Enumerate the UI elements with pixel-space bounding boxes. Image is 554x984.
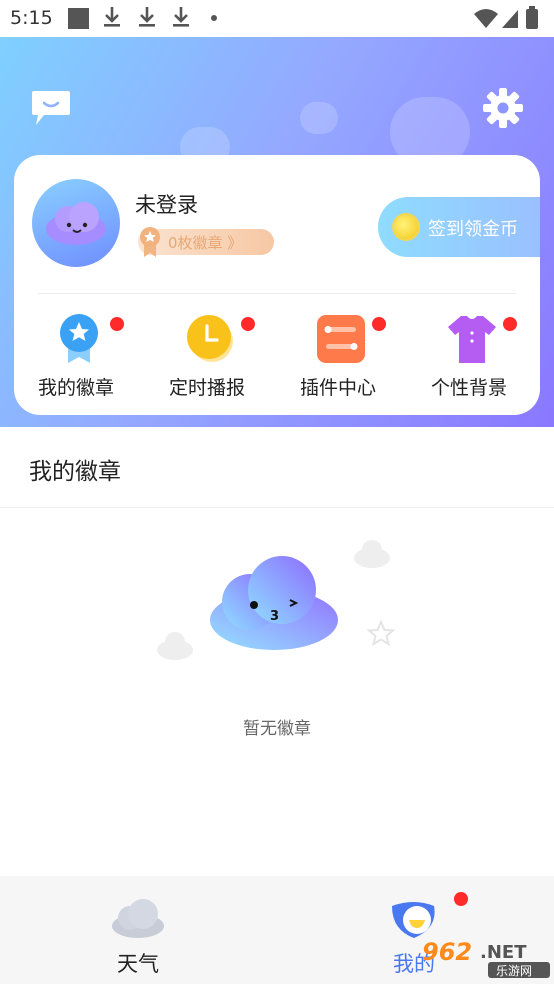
feature-timed-broadcast[interactable]: 定时播报	[145, 307, 265, 407]
feature-my-badges[interactable]: 我的徽章	[14, 307, 134, 407]
medal-icon	[140, 227, 160, 257]
shirt-icon	[448, 316, 496, 363]
feature-label: 我的徽章	[37, 377, 114, 399]
status-bar: 5:15	[0, 0, 554, 37]
cloud-face-icon	[46, 202, 106, 245]
svg-text:乐游网: 乐游网	[496, 964, 532, 978]
badge-count-pill[interactable]: 0枚徽章 》	[138, 227, 274, 257]
svg-text:.NET: .NET	[480, 942, 527, 963]
divider	[38, 293, 516, 294]
notification-square-icon	[68, 8, 89, 29]
nav-tab-weather[interactable]: 天气	[88, 888, 188, 978]
feature-label: 插件中心	[299, 377, 376, 399]
avatar[interactable]	[32, 179, 120, 267]
signin-coin-button[interactable]: 签到领金币	[378, 197, 540, 257]
status-time: 5:15	[10, 7, 53, 29]
download-icon	[139, 7, 155, 27]
notify-dot	[372, 317, 386, 331]
badge-icon	[60, 314, 98, 363]
signin-label: 签到领金币	[428, 219, 518, 240]
plugin-icon	[317, 315, 365, 363]
clock-icon	[187, 315, 233, 362]
feature-plugin-center[interactable]: 插件中心	[276, 307, 396, 407]
message-bubble-icon[interactable]	[30, 89, 72, 129]
background-cloud	[300, 102, 338, 134]
notify-dot	[241, 317, 255, 331]
username: 未登录	[135, 193, 198, 217]
svg-text:962: 962	[422, 938, 472, 966]
notify-dot	[503, 317, 517, 331]
profile-card: 未登录 0枚徽章 》 签到领金币 我的徽章 定时播报 插件中心 个性背景	[14, 155, 540, 415]
cloud-icon	[112, 899, 164, 938]
section-title: 我的徽章	[29, 459, 121, 485]
notify-dot	[454, 892, 468, 906]
feature-label: 个性背景	[430, 377, 507, 399]
gear-icon[interactable]	[482, 87, 524, 129]
feature-label: 定时播报	[168, 377, 245, 399]
empty-cloud-illustration: 3	[157, 540, 396, 660]
divider	[0, 507, 554, 508]
coin-icon	[394, 215, 418, 239]
empty-state-text: 暂无徽章	[243, 719, 311, 739]
feature-custom-background[interactable]: 个性背景	[407, 307, 527, 407]
download-icon	[104, 7, 120, 27]
status-dot-icon	[211, 15, 217, 21]
badge-count-label: 0枚徽章 》	[168, 234, 243, 252]
nav-label: 天气	[117, 952, 159, 976]
watermark-logo: 962 .NET 乐游网	[418, 932, 554, 980]
notify-dot	[110, 317, 124, 331]
svg-text:3: 3	[270, 609, 279, 624]
signal-battery-icons	[474, 6, 538, 29]
download-icon	[173, 7, 189, 27]
